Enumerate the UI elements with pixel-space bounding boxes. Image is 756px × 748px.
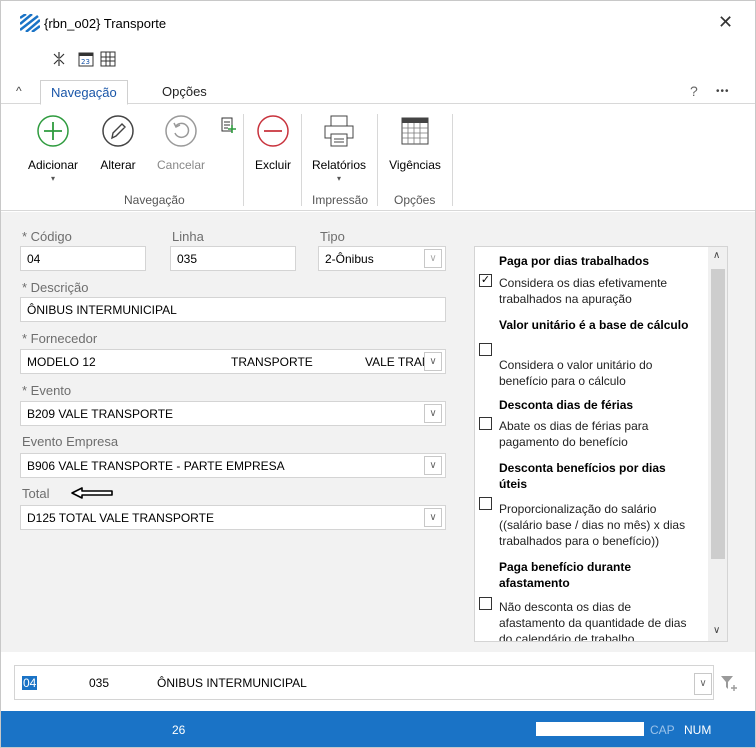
descricao-field[interactable]: ÔNIBUS INTERMUNICIPAL xyxy=(20,297,446,322)
linha-label: Linha xyxy=(172,229,204,244)
calendar-icon[interactable]: 23 xyxy=(78,51,94,67)
checkbox-desconta-ferias[interactable] xyxy=(479,417,492,430)
total-label: Total xyxy=(22,486,50,501)
chevron-down-icon[interactable]: ∨ xyxy=(424,352,442,371)
record-descricao: ÔNIBUS INTERMUNICIPAL xyxy=(157,676,307,690)
scroll-down-icon[interactable]: ∨ xyxy=(713,625,720,636)
svg-text:23: 23 xyxy=(81,58,90,66)
evento-empresa-label: Evento Empresa xyxy=(22,434,119,449)
alterar-label: Alterar xyxy=(100,158,136,172)
descricao-label: * Descrição xyxy=(22,280,89,295)
fornecedor-label: * Fornecedor xyxy=(22,331,98,346)
adicionar-button[interactable]: Adicionar ▾ xyxy=(18,114,88,183)
checkbox-dias-uteis[interactable] xyxy=(479,497,492,510)
fornecedor-code: MODELO 12 xyxy=(27,355,96,369)
checkbox-afastamento[interactable] xyxy=(479,597,492,610)
total-value: D125 TOTAL VALE TRANSPORTE xyxy=(27,511,214,525)
evento-empresa-value: B906 VALE TRANSPORTE - PARTE EMPRESA xyxy=(27,459,285,473)
option-desc: Considera o valor unitário do benefício … xyxy=(499,358,653,388)
alterar-button[interactable]: Alterar xyxy=(92,114,144,172)
option-title: Desconta benefícios por dias úteis xyxy=(499,461,666,491)
collapse-icon[interactable] xyxy=(52,52,66,66)
record-selector[interactable]: 04 035 ÔNIBUS INTERMUNICIPAL xyxy=(14,665,714,700)
arrow-left-icon xyxy=(71,487,113,499)
help-icon[interactable]: ? xyxy=(690,83,698,99)
tipo-value: 2-Ônibus xyxy=(325,252,374,266)
more-options-icon[interactable]: ••• xyxy=(716,86,730,97)
evento-select[interactable]: B209 VALE TRANSPORTE xyxy=(20,401,446,426)
chevron-down-icon[interactable]: ∨ xyxy=(694,673,712,695)
filter-add-icon[interactable] xyxy=(720,674,738,692)
chevron-down-icon[interactable]: ∨ xyxy=(424,404,442,423)
grid-icon[interactable] xyxy=(100,51,116,67)
record-linha: 035 xyxy=(89,676,110,690)
edit-icon xyxy=(102,115,134,147)
group-label-opcoes: Opções xyxy=(394,193,436,207)
tab-opcoes[interactable]: Opções xyxy=(152,80,217,105)
option-desc: Não desconta os dias de afastamento da q… xyxy=(499,600,687,642)
relatorios-label: Relatórios xyxy=(311,158,367,172)
scroll-up-icon[interactable]: ∧ xyxy=(713,250,720,261)
progress-field xyxy=(536,722,644,736)
scrollbar-thumb[interactable] xyxy=(711,269,725,559)
title-bar: {rbn_o02} Transporte ✕ xyxy=(0,0,756,42)
dropdown-caret-icon: ▾ xyxy=(50,174,55,183)
add-icon xyxy=(37,115,69,147)
clipboard-add-icon[interactable] xyxy=(220,116,236,134)
fornecedor-select[interactable]: MODELO 12 TRANSPORTE VALE TRAN xyxy=(20,349,446,374)
close-icon[interactable]: ✕ xyxy=(718,12,733,33)
ribbon-separator xyxy=(243,114,244,206)
options-panel: Paga por dias trabalhados ✓ Considera os… xyxy=(474,246,728,642)
tipo-label: Tipo xyxy=(320,229,345,244)
option-desc: Abate os dias de férias para pagamento d… xyxy=(499,419,649,449)
calendar-grid-icon xyxy=(401,117,429,145)
app-logo-icon xyxy=(20,14,40,32)
excluir-button[interactable]: Excluir xyxy=(250,114,296,172)
chevron-down-icon[interactable]: ∨ xyxy=(424,456,442,475)
ribbon-collapse-icon[interactable]: ^ xyxy=(16,84,22,98)
linha-field[interactable]: 035 xyxy=(170,246,296,271)
checkbox-paga-dias[interactable]: ✓ xyxy=(479,274,492,287)
group-label-impressao: Impressão xyxy=(312,193,369,207)
chevron-down-icon[interactable]: ∨ xyxy=(424,249,442,268)
option-title: Paga benefício durante afastamento xyxy=(499,560,632,590)
relatorios-button[interactable]: Relatórios ▾ xyxy=(304,114,374,183)
evento-label: * Evento xyxy=(22,383,72,398)
tab-navegacao[interactable]: Navegação xyxy=(40,80,128,105)
option-title: Desconta dias de férias xyxy=(499,398,634,412)
codigo-label: * Código xyxy=(22,229,72,244)
fornecedor-name: TRANSPORTE xyxy=(231,355,313,369)
evento-value: B209 VALE TRANSPORTE xyxy=(27,407,174,421)
vigencias-button[interactable]: Vigências xyxy=(382,114,448,172)
option-title: Paga por dias trabalhados xyxy=(499,254,650,268)
total-select[interactable]: D125 TOTAL VALE TRANSPORTE xyxy=(20,505,446,530)
num-indicator: NUM xyxy=(684,723,712,737)
option-desc: Considera os dias efetivamente trabalhad… xyxy=(499,276,668,306)
window-title: {rbn_o02} Transporte xyxy=(44,16,167,31)
caps-indicator: CAP xyxy=(650,723,675,737)
adicionar-label: Adicionar xyxy=(27,158,79,172)
dropdown-caret-icon: ▾ xyxy=(336,174,341,183)
record-count: 26 xyxy=(172,723,186,737)
group-label-navegacao: Navegação xyxy=(124,193,185,207)
delete-icon xyxy=(257,115,289,147)
evento-empresa-select[interactable]: B906 VALE TRANSPORTE - PARTE EMPRESA xyxy=(20,453,446,478)
printer-icon xyxy=(324,115,354,147)
ribbon-separator xyxy=(452,114,453,206)
option-title: Valor unitário é a base de cálculo xyxy=(499,318,689,332)
codigo-field[interactable]: 04 xyxy=(20,246,146,271)
ribbon-separator xyxy=(301,114,302,206)
cancelar-label: Cancelar xyxy=(156,158,206,172)
record-codigo: 04 xyxy=(22,676,38,690)
chevron-down-icon[interactable]: ∨ xyxy=(424,508,442,527)
ribbon-separator xyxy=(377,114,378,206)
option-desc: Proporcionalização do salário ((salário … xyxy=(499,502,686,548)
cancelar-button[interactable]: Cancelar xyxy=(150,114,212,172)
excluir-label: Excluir xyxy=(254,158,291,172)
fornecedor-extra: VALE TRAN xyxy=(365,355,431,369)
vigencias-label: Vigências xyxy=(389,158,441,172)
checkbox-valor-unitario[interactable] xyxy=(479,343,492,356)
undo-icon xyxy=(165,115,197,147)
status-bar: 26 CAP NUM xyxy=(0,711,756,748)
